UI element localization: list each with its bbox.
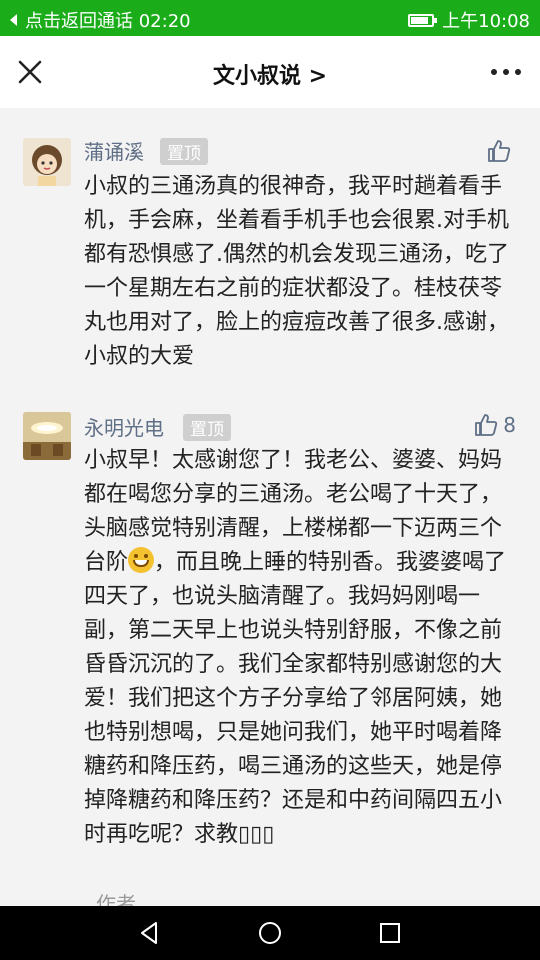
clock: 上午10:08 — [442, 11, 530, 32]
thumbs-up-icon — [475, 414, 498, 436]
return-to-call-banner[interactable]: 点击返回通话 02:20 — [10, 7, 191, 33]
battery-fill — [411, 16, 429, 24]
back-triangle-icon[interactable] — [136, 919, 164, 947]
avatar-illustration-icon — [23, 138, 71, 186]
author-reply-label: 作者 — [96, 892, 136, 906]
pinned-badge: 置顶 — [183, 414, 231, 441]
like-button[interactable] — [486, 138, 516, 164]
status-right: 上午10:08 — [408, 7, 530, 33]
return-to-call-text: 点击返回通话 02:20 — [25, 11, 191, 32]
status-bar: 点击返回通话 02:20 上午10:08 — [0, 0, 540, 36]
commenter-name[interactable]: 永明光电 — [84, 412, 164, 441]
grinning-face-icon — [128, 547, 155, 573]
comment-text: 小叔的三通汤真的很神奇，我平时趟着看手机，手会麻，坐着看手机手也会很累.对手机都… — [84, 174, 509, 369]
more-icon[interactable] — [486, 58, 526, 86]
pinned-badge: 置顶 — [160, 138, 208, 165]
thumbs-up-icon — [488, 140, 511, 162]
page-title[interactable]: 文小叔说 > — [0, 58, 540, 90]
recents-square-icon[interactable] — [376, 919, 404, 947]
home-circle-icon[interactable] — [256, 919, 284, 947]
like-count: 8 — [503, 413, 516, 437]
like-button[interactable]: 8 — [473, 412, 516, 438]
battery-icon — [408, 13, 438, 27]
avatar[interactable] — [23, 412, 71, 460]
comment-text-part: ，而且晚上睡的特别香。我婆婆喝了四天了，也说头脑清醒了。我妈妈刚喝一副，第二天早… — [84, 550, 507, 847]
system-nav-bar — [0, 906, 540, 960]
back-arrow-icon — [10, 14, 17, 26]
avatar[interactable] — [23, 138, 71, 186]
avatar-lamp-icon — [23, 412, 71, 460]
title-bar: 文小叔说 > — [0, 36, 540, 108]
commenter-name[interactable]: 蒲诵溪 — [84, 136, 144, 165]
comment-list[interactable]: 蒲诵溪 置顶 小叔的三通汤真的很神奇，我平时趟着看手机，手会麻，坐着看手机手也会… — [0, 108, 540, 906]
comment-text: 小叔早！太感谢您了！我老公、婆婆、妈妈都在喝您分享的三通汤。老公喝了十天了，头脑… — [84, 444, 518, 852]
